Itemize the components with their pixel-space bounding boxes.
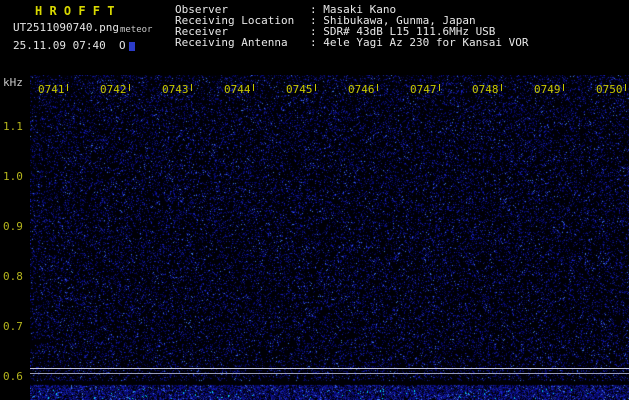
- carrier-line-lower: [30, 373, 629, 374]
- date-line: 25.11.09 07:40 O: [13, 39, 135, 52]
- y-tick-label: 1.1: [3, 121, 23, 132]
- time-tick-label: 0741: [38, 84, 68, 95]
- time-tick-label: 0747: [410, 84, 440, 95]
- spectrogram-canvas: [30, 75, 629, 400]
- observation-info: Observer: Masaki Kano Receiving Location…: [175, 4, 529, 48]
- time-tick-label: 0743: [162, 84, 192, 95]
- y-tick-label: 0.8: [3, 271, 23, 282]
- file-line: UT2511090740.pngmeteor: [13, 21, 152, 34]
- time-tick-label: 0746: [348, 84, 378, 95]
- app-title: H R O F F T: [35, 4, 114, 18]
- time-tick-label: 0750: [596, 84, 626, 95]
- blue-block-icon: [129, 42, 135, 51]
- info-value: : 4ele Yagi Az 230 for Kansai VOR: [310, 36, 529, 49]
- datetime-text: 25.11.09 07:40 O: [13, 39, 126, 52]
- y-tick-label: 0.7: [3, 321, 23, 332]
- time-tick-label: 0748: [472, 84, 502, 95]
- info-label: Receiving Antenna: [175, 37, 310, 48]
- info-row-antenna: Receiving Antenna: 4ele Yagi Az 230 for …: [175, 37, 529, 48]
- filename: UT2511090740.png: [13, 21, 119, 34]
- carrier-line-upper: [30, 368, 629, 369]
- y-tick-label: 0.9: [3, 221, 23, 232]
- y-axis-unit: kHz: [3, 77, 23, 88]
- mode-label: meteor: [120, 25, 153, 35]
- time-tick-label: 0749: [534, 84, 564, 95]
- y-tick-label: 1.0: [3, 171, 23, 182]
- time-tick-label: 0745: [286, 84, 316, 95]
- hrofft-screenshot: H R O F F T UT2511090740.pngmeteor 25.11…: [0, 0, 629, 400]
- time-tick-label: 0742: [100, 84, 130, 95]
- time-tick-label: 0744: [224, 84, 254, 95]
- y-tick-label: 0.6: [3, 371, 23, 382]
